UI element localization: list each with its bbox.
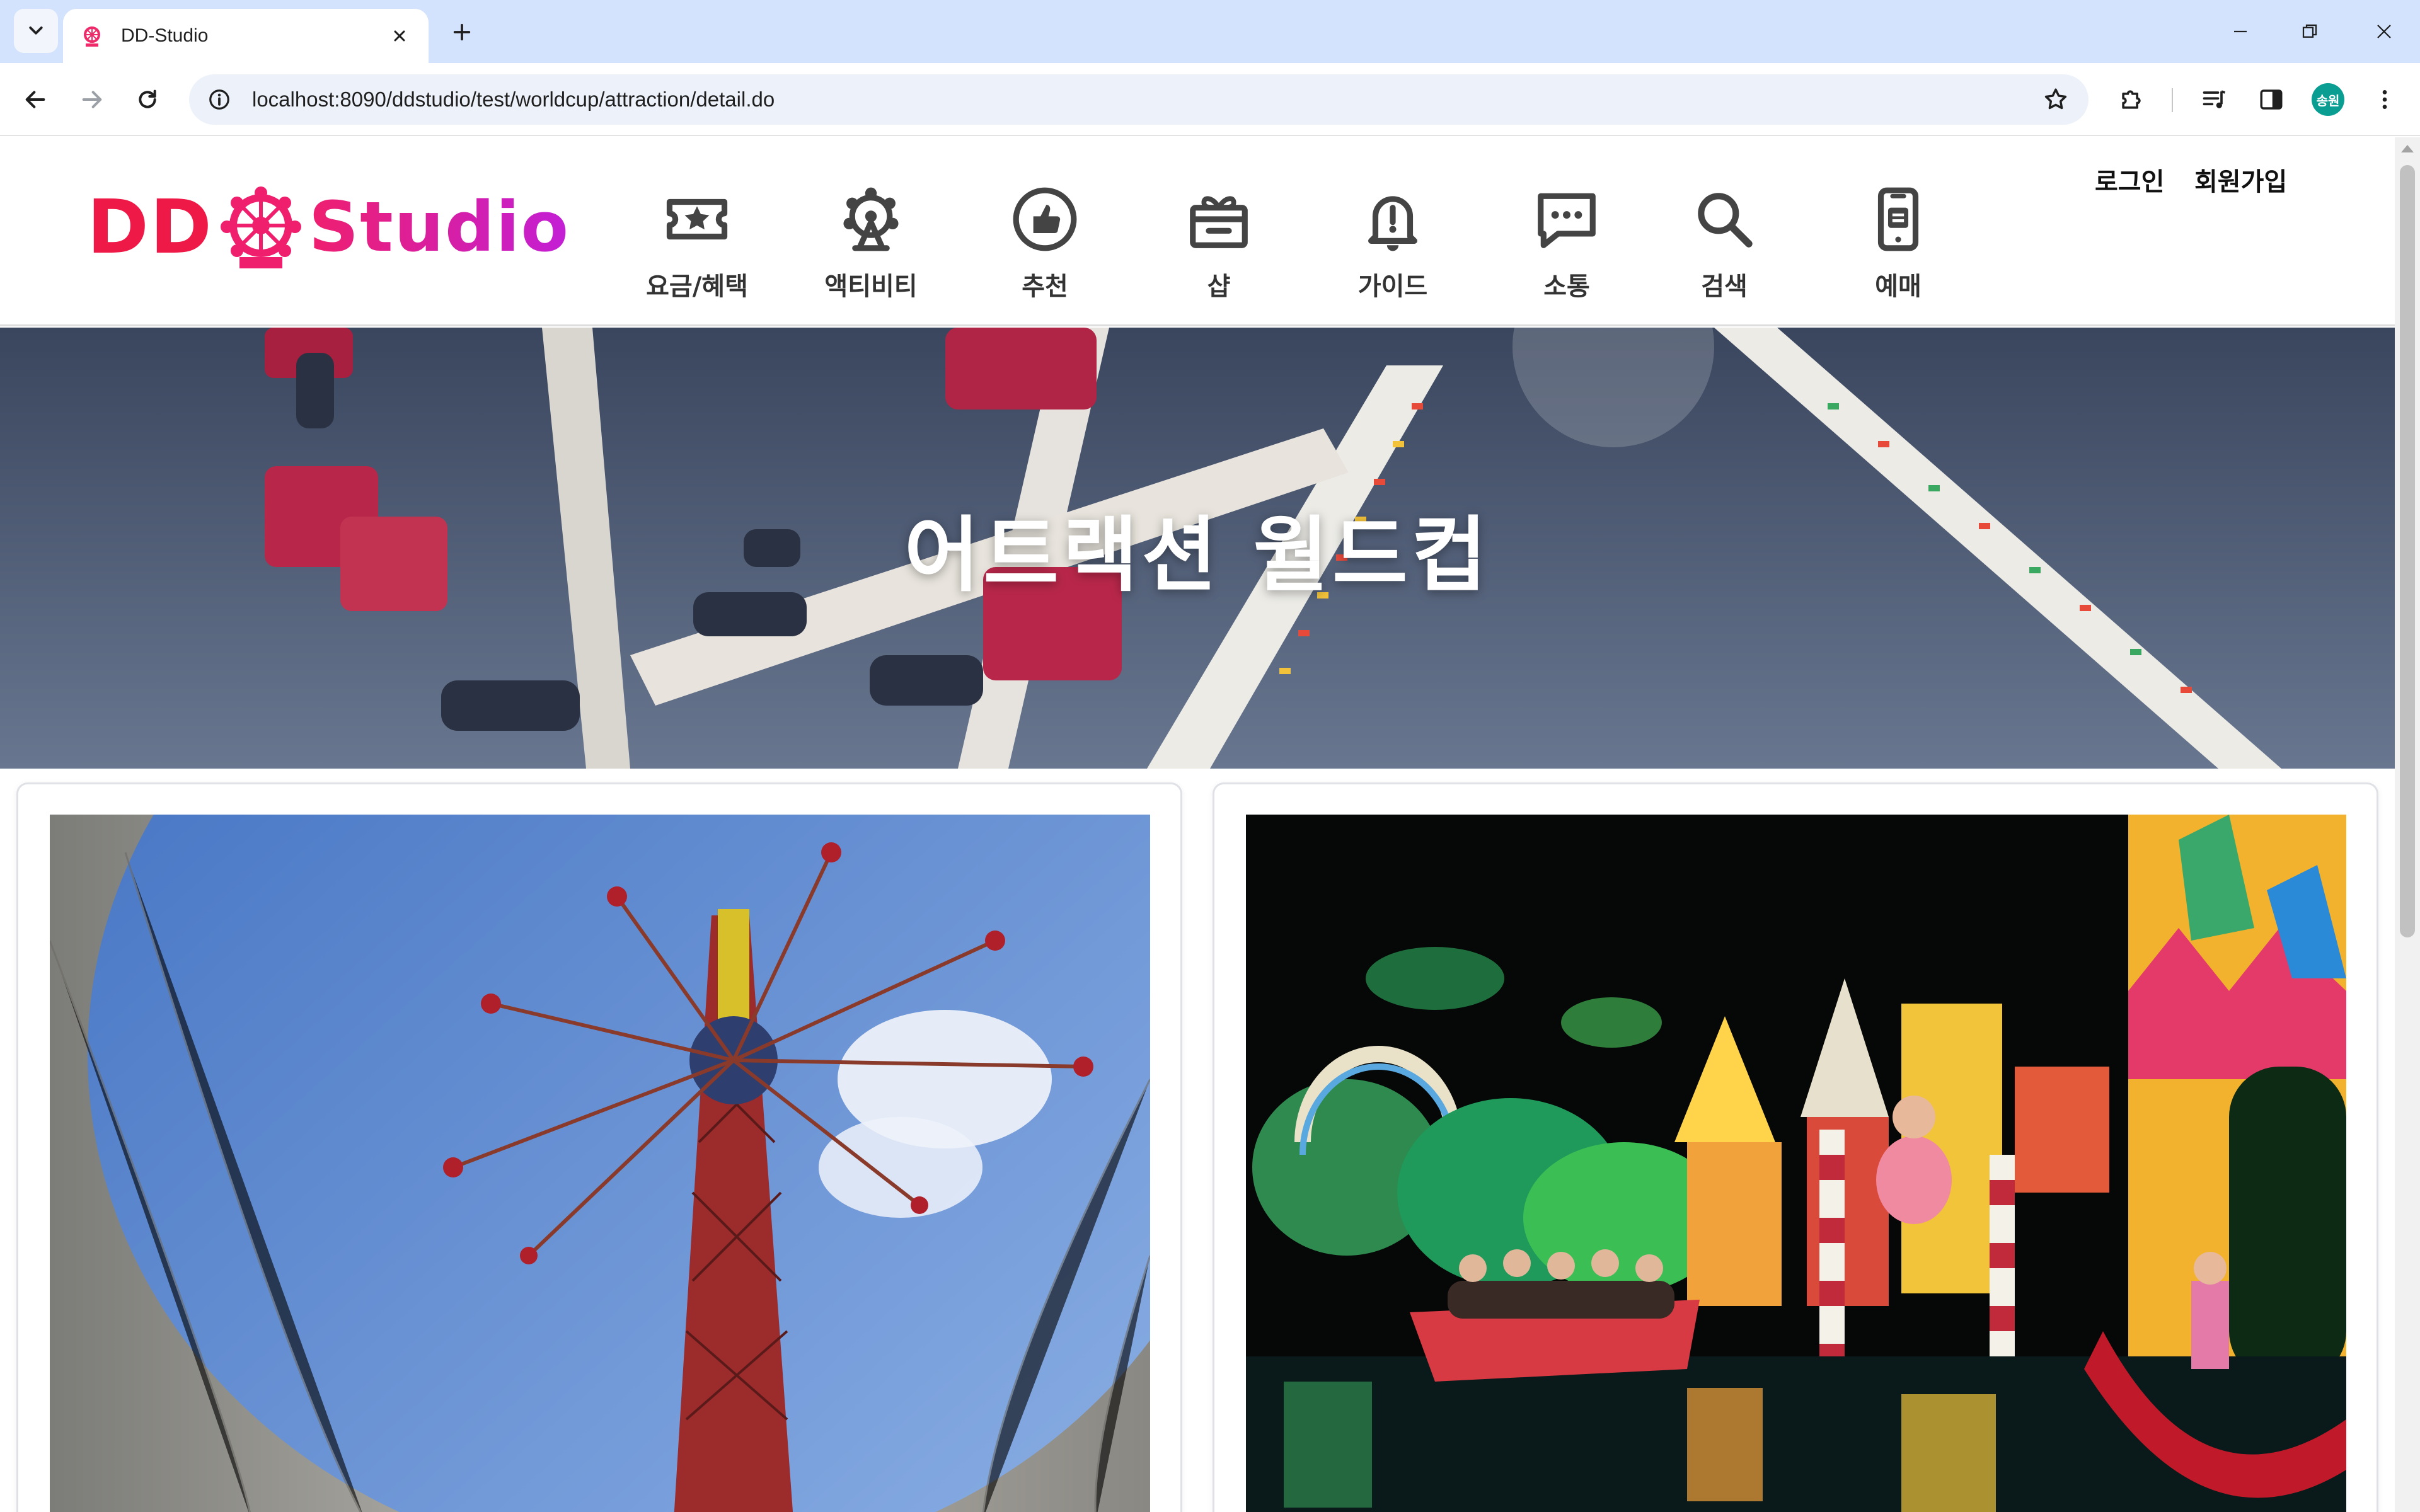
nav-item-guide[interactable]: 가이드	[1323, 181, 1462, 307]
forward-button[interactable]	[69, 77, 115, 122]
new-tab-button[interactable]	[441, 11, 483, 53]
nav-item-activity[interactable]: 액티비티	[802, 181, 940, 307]
gift-box-icon	[1181, 181, 1257, 257]
boat-ride-dolls-photo-icon	[1246, 815, 2346, 1512]
reload-icon	[139, 89, 156, 108]
page-scrollbar[interactable]	[2395, 137, 2420, 1512]
minimize-button[interactable]	[2206, 0, 2275, 63]
scroll-up-arrow-icon[interactable]	[2401, 145, 2414, 152]
favicon-ferris-wheel-icon	[84, 26, 100, 47]
signup-link[interactable]: 회원가입	[2194, 161, 2287, 198]
toolbar-separator	[2172, 88, 2173, 112]
page-viewport: DD Studio 요금/혜택 액티비티 추천 샵 가이드 소통 검색 예매 로…	[0, 137, 2395, 1512]
swing-ride-tower-photo-icon	[50, 815, 1150, 1512]
hero-banner: 어트랙션 월드컵	[0, 328, 2395, 769]
minimize-icon	[2234, 30, 2247, 33]
attraction-card-right[interactable]	[1213, 782, 2378, 1512]
nav-item-shop[interactable]: 샵	[1150, 181, 1288, 307]
extensions-button[interactable]	[2111, 79, 2152, 120]
thumbs-up-icon	[1007, 181, 1083, 257]
browser-tabstrip: DD-Studio	[0, 0, 2420, 63]
nav-item-pricing[interactable]: 요금/혜택	[628, 181, 766, 307]
reload-button[interactable]	[125, 77, 170, 122]
site-header: DD Studio 요금/혜택 액티비티 추천 샵 가이드 소통 검색 예매 로…	[0, 137, 2395, 326]
attraction-image[interactable]	[50, 815, 1150, 1512]
scroll-thumb[interactable]	[2400, 165, 2415, 937]
nav-item-booking[interactable]: 예매	[1829, 181, 1968, 307]
attraction-image[interactable]	[1246, 815, 2346, 1512]
login-link[interactable]: 로그인	[2095, 161, 2164, 198]
nav-item-recommend[interactable]: 추천	[976, 181, 1114, 307]
kebab-menu-icon	[2382, 90, 2387, 109]
chevron-down-icon	[29, 26, 43, 35]
ticket-star-icon	[659, 181, 735, 257]
bell-alert-icon	[1355, 181, 1431, 257]
tab-title: DD-Studio	[121, 25, 209, 46]
attraction-card-left[interactable]	[16, 782, 1182, 1512]
mobile-ticket-icon	[1860, 181, 1936, 257]
chat-bubble-icon	[1529, 181, 1605, 257]
puzzle-icon	[2122, 90, 2141, 109]
nav-label: 예매	[1875, 272, 1922, 301]
nav-label: 액티비티	[824, 272, 918, 301]
search-icon	[1686, 181, 1762, 257]
tab-close-button[interactable]	[387, 23, 412, 49]
nav-label: 검색	[1701, 272, 1748, 301]
address-bar[interactable]: localhost:8090/ddstudio/test/worldcup/at…	[189, 74, 2089, 125]
site-info-icon[interactable]	[204, 84, 234, 115]
media-queue-icon	[2203, 90, 2226, 108]
close-icon	[2377, 25, 2391, 38]
nav-item-community[interactable]: 소통	[1497, 181, 1636, 307]
arrow-right-icon	[82, 91, 102, 108]
side-panel-icon	[2260, 89, 2283, 110]
tab-search-button[interactable]	[14, 9, 58, 53]
media-control-button[interactable]	[2194, 79, 2235, 120]
nav-item-search[interactable]: 검색	[1655, 181, 1794, 307]
nav-label: 가이드	[1357, 272, 1428, 301]
arrow-left-icon	[25, 91, 45, 108]
browser-menu-button[interactable]	[2365, 79, 2405, 120]
logo-text-dd: DD	[87, 183, 213, 270]
restore-icon	[2302, 24, 2317, 38]
restore-button[interactable]	[2275, 0, 2344, 63]
nav-label: 샵	[1207, 272, 1231, 301]
close-icon	[394, 30, 405, 42]
back-button[interactable]	[13, 77, 58, 122]
nav-label: 소통	[1543, 272, 1590, 301]
nav-label: 추천	[1022, 272, 1068, 301]
bookmark-star-icon[interactable]	[2037, 81, 2075, 118]
browser-tab-active[interactable]: DD-Studio	[63, 9, 429, 63]
close-window-button[interactable]	[2349, 0, 2419, 63]
side-panel-button[interactable]	[2251, 79, 2291, 120]
profile-avatar[interactable]: 송원	[2312, 83, 2344, 116]
url-text[interactable]: localhost:8090/ddstudio/test/worldcup/at…	[252, 88, 2037, 112]
nav-label: 요금/혜택	[646, 272, 748, 301]
site-logo[interactable]: DD Studio	[87, 176, 570, 277]
ferris-wheel-icon	[833, 181, 909, 257]
ferris-wheel-logo-icon	[220, 186, 301, 268]
hero-title: 어트랙션 월드컵	[904, 507, 1491, 603]
browser-toolbar: localhost:8090/ddstudio/test/worldcup/at…	[0, 63, 2420, 136]
logo-text-studio: Studio	[308, 186, 570, 267]
plus-icon	[453, 23, 471, 41]
